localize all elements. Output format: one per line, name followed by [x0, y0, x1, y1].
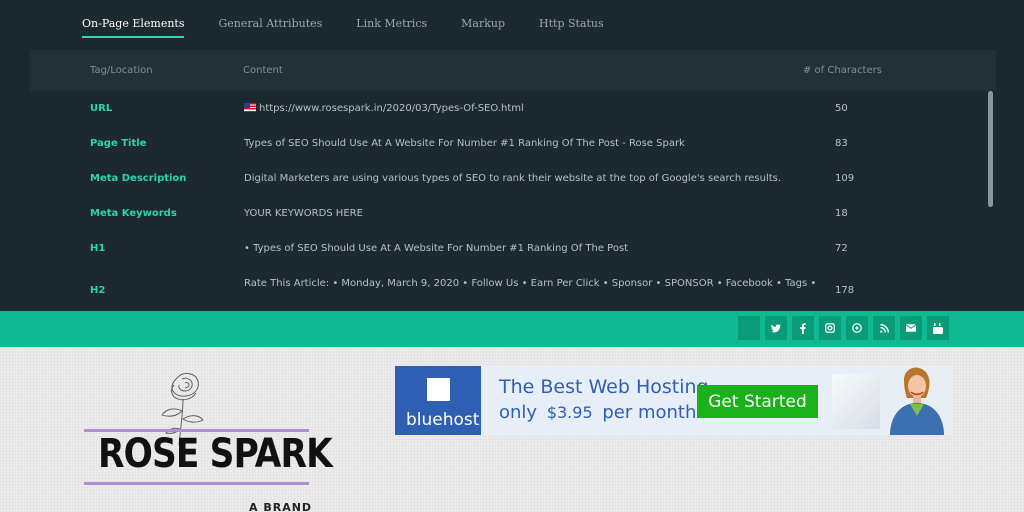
ad-brand-name: bluehost	[406, 410, 480, 430]
row-tag: H2	[90, 285, 106, 296]
facebook-icon[interactable]	[792, 316, 814, 340]
ad-only: only	[499, 402, 538, 423]
seo-panel: On-Page Elements General Attributes Link…	[0, 0, 1024, 311]
row-count: 18	[835, 208, 848, 219]
row-content: • Types of SEO Should Use At A Website F…	[244, 243, 629, 254]
tab-general-attributes[interactable]: General Attributes	[218, 14, 322, 38]
url-link[interactable]: https://www.rosespark.in/2020/03/Types-O…	[259, 103, 524, 114]
row-count: 72	[835, 243, 848, 254]
tab-on-page-elements[interactable]: On-Page Elements	[82, 14, 185, 38]
bluehost-grid-icon	[427, 378, 450, 401]
ad-per: per month	[602, 402, 697, 423]
table-row: H2 Rate This Article: • Monday, March 9,…	[30, 278, 986, 311]
row-content: https://www.rosespark.in/2020/03/Types-O…	[244, 103, 524, 114]
logo-divider	[84, 482, 309, 485]
tab-link-metrics[interactable]: Link Metrics	[356, 14, 427, 38]
tab-bar: On-Page Elements General Attributes Link…	[82, 14, 638, 40]
row-tag: H1	[90, 243, 106, 254]
rss-icon[interactable]	[873, 316, 895, 340]
row-count: 178	[835, 285, 855, 296]
row-tag: Meta Description	[90, 173, 187, 184]
youtube-icon[interactable]	[927, 316, 949, 340]
table-row: Meta Keywords YOUR KEYWORDS HERE 18	[30, 208, 986, 243]
table-row: URL https://www.rosespark.in/2020/03/Typ…	[30, 103, 986, 138]
row-count: 83	[835, 138, 848, 149]
scrollbar-thumb[interactable]	[988, 91, 993, 207]
get-started-button[interactable]: Get Started	[697, 385, 818, 418]
ad-headline: The Best Web Hosting	[499, 376, 709, 398]
twitter-icon[interactable]	[765, 316, 787, 340]
header-content: Content	[243, 65, 283, 76]
laptop-image	[832, 374, 882, 429]
header-tag-location: Tag/Location	[90, 65, 153, 76]
row-content: Types of SEO Should Use At A Website For…	[244, 138, 685, 149]
tab-markup[interactable]: Markup	[461, 14, 505, 38]
woman-photo	[880, 366, 952, 435]
row-tag: Page Title	[90, 138, 147, 149]
row-tag: URL	[90, 103, 113, 114]
row-content: Digital Marketers are using various type…	[244, 173, 782, 184]
row-count: 50	[835, 103, 848, 114]
us-flag-icon	[244, 103, 256, 112]
social-bar	[0, 311, 1024, 347]
logo-text: ROSE SPARK	[98, 431, 333, 477]
email-icon[interactable]	[900, 316, 922, 340]
table-row: Meta Description Digital Marketers are u…	[30, 173, 986, 208]
bluehost-ad-banner[interactable]: bluehost The Best Web Hosting only $3.95…	[395, 366, 952, 435]
row-count: 109	[835, 173, 855, 184]
tab-http-status[interactable]: Http Status	[539, 14, 604, 38]
table-row: Page Title Types of SEO Should Use At A …	[30, 138, 986, 173]
table-row: H1 • Types of SEO Should Use At A Websit…	[30, 243, 986, 278]
bluehost-logo: bluehost	[395, 366, 481, 435]
instagram-icon[interactable]	[819, 316, 841, 340]
row-content: YOUR KEYWORDS HERE	[244, 208, 363, 219]
row-content: Rate This Article: • Monday, March 9, 20…	[244, 278, 817, 289]
site-header: ROSE SPARK A BRAND bluehost The Best Web…	[0, 347, 1024, 512]
row-tag: Meta Keywords	[90, 208, 177, 219]
logo-subtitle: A BRAND	[249, 501, 313, 512]
header-char-count: # of Characters	[803, 65, 882, 76]
rose-spark-logo[interactable]: ROSE SPARK A BRAND	[84, 369, 333, 512]
search-icon[interactable]	[738, 316, 760, 340]
ad-price-line: only $3.95 per month	[499, 402, 696, 423]
table-header: Tag/Location Content # of Characters	[30, 50, 996, 91]
ad-price: $3.95	[546, 403, 593, 422]
pinterest-icon[interactable]	[846, 316, 868, 340]
